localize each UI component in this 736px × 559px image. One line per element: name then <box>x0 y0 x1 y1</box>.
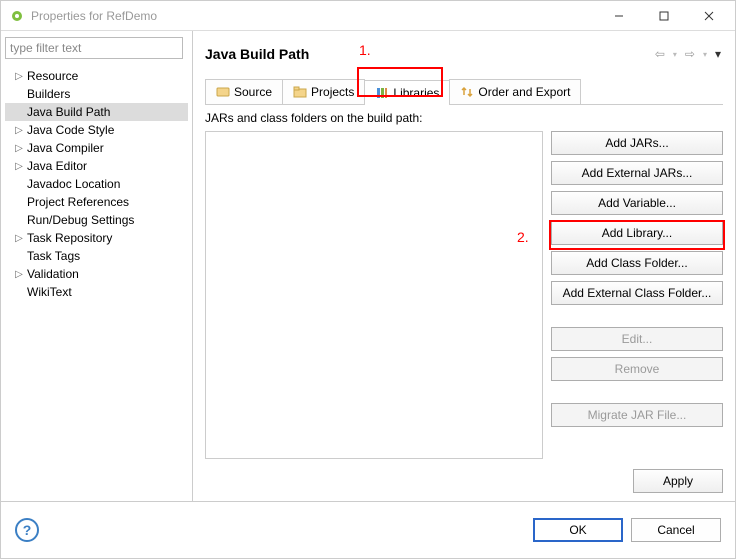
window-icon <box>9 8 25 24</box>
tree-item-label: Run/Debug Settings <box>25 213 134 227</box>
help-icon[interactable]: ? <box>15 518 39 542</box>
jars-list[interactable] <box>205 131 543 459</box>
chevron-right-icon[interactable]: ▷ <box>13 232 25 244</box>
tree-item-label: Task Tags <box>25 249 80 263</box>
tree-item-label: Resource <box>25 69 78 83</box>
tree-item-resource[interactable]: ▷Resource <box>5 67 188 85</box>
tree-item-wikitext[interactable]: WikiText <box>5 283 188 301</box>
source-icon <box>216 85 230 99</box>
chevron-right-icon[interactable]: ▷ <box>13 160 25 172</box>
chevron-right-icon[interactable]: ▷ <box>13 70 25 82</box>
footer: ? OK Cancel <box>1 501 735 557</box>
tab-libraries[interactable]: Libraries <box>364 80 450 105</box>
tree-item-run-debug-settings[interactable]: Run/Debug Settings <box>5 211 188 229</box>
menu-dropdown-icon[interactable]: ▾ <box>713 47 723 61</box>
tree-item-label: Java Editor <box>25 159 87 173</box>
window-title: Properties for RefDemo <box>31 9 596 23</box>
apply-button[interactable]: Apply <box>633 469 723 493</box>
tree-item-java-build-path[interactable]: Java Build Path <box>5 103 188 121</box>
minimize-button[interactable] <box>596 2 641 30</box>
right-pane: Java Build Path ⇦▾ ⇨▾ ▾ Source Projects … <box>193 31 735 501</box>
left-pane: ▷ResourceBuildersJava Build Path▷Java Co… <box>1 31 193 501</box>
tab-label: Libraries <box>393 86 439 100</box>
tabs: Source Projects Libraries Order and Expo… <box>205 79 723 105</box>
projects-icon <box>293 85 307 99</box>
edit-button: Edit... <box>551 327 723 351</box>
tab-label: Order and Export <box>478 85 570 99</box>
tree-item-java-code-style[interactable]: ▷Java Code Style <box>5 121 188 139</box>
tree-item-label: Javadoc Location <box>25 177 120 191</box>
close-button[interactable] <box>686 2 731 30</box>
tree-item-project-references[interactable]: Project References <box>5 193 188 211</box>
tree-item-label: Project References <box>25 195 129 209</box>
side-buttons: Add JARs... Add External JARs... Add Var… <box>551 131 723 459</box>
tree-item-label: Java Build Path <box>25 105 110 119</box>
tree-item-javadoc-location[interactable]: Javadoc Location <box>5 175 188 193</box>
chevron-right-icon[interactable]: ▷ <box>13 124 25 136</box>
add-class-folder-button[interactable]: Add Class Folder... <box>551 251 723 275</box>
toolbar-nav: ⇦▾ ⇨▾ ▾ <box>653 47 723 61</box>
tree-item-label: Validation <box>25 267 79 281</box>
tree-item-label: WikiText <box>25 285 72 299</box>
libraries-icon <box>375 86 389 100</box>
cancel-button[interactable]: Cancel <box>631 518 721 542</box>
order-export-icon <box>460 85 474 99</box>
tab-label: Projects <box>311 85 354 99</box>
maximize-button[interactable] <box>641 2 686 30</box>
titlebar: Properties for RefDemo <box>1 1 735 31</box>
chevron-right-icon[interactable]: ▷ <box>13 268 25 280</box>
tree-item-validation[interactable]: ▷Validation <box>5 265 188 283</box>
ok-button[interactable]: OK <box>533 518 623 542</box>
filter-input[interactable] <box>5 37 183 59</box>
forward-icon[interactable]: ⇨ <box>683 47 697 61</box>
tree-item-builders[interactable]: Builders <box>5 85 188 103</box>
back-icon[interactable]: ⇦ <box>653 47 667 61</box>
tree-item-java-compiler[interactable]: ▷Java Compiler <box>5 139 188 157</box>
add-external-class-folder-button[interactable]: Add External Class Folder... <box>551 281 723 305</box>
tree-item-label: Java Compiler <box>25 141 104 155</box>
tab-projects[interactable]: Projects <box>282 79 365 104</box>
tab-order-export[interactable]: Order and Export <box>449 79 581 104</box>
tree-item-task-repository[interactable]: ▷Task Repository <box>5 229 188 247</box>
category-tree[interactable]: ▷ResourceBuildersJava Build Path▷Java Co… <box>5 63 188 301</box>
page-title: Java Build Path <box>205 46 653 62</box>
add-external-jars-button[interactable]: Add External JARs... <box>551 161 723 185</box>
migrate-jar-button: Migrate JAR File... <box>551 403 723 427</box>
tree-item-label: Builders <box>25 87 70 101</box>
add-jars-button[interactable]: Add JARs... <box>551 131 723 155</box>
chevron-right-icon[interactable]: ▷ <box>13 142 25 154</box>
tree-item-label: Task Repository <box>25 231 112 245</box>
add-library-button[interactable]: Add Library... <box>551 221 723 245</box>
subtitle: JARs and class folders on the build path… <box>205 105 723 131</box>
tab-source[interactable]: Source <box>205 79 283 104</box>
remove-button: Remove <box>551 357 723 381</box>
add-variable-button[interactable]: Add Variable... <box>551 191 723 215</box>
tree-item-task-tags[interactable]: Task Tags <box>5 247 188 265</box>
tree-item-label: Java Code Style <box>25 123 114 137</box>
tab-label: Source <box>234 85 272 99</box>
tree-item-java-editor[interactable]: ▷Java Editor <box>5 157 188 175</box>
